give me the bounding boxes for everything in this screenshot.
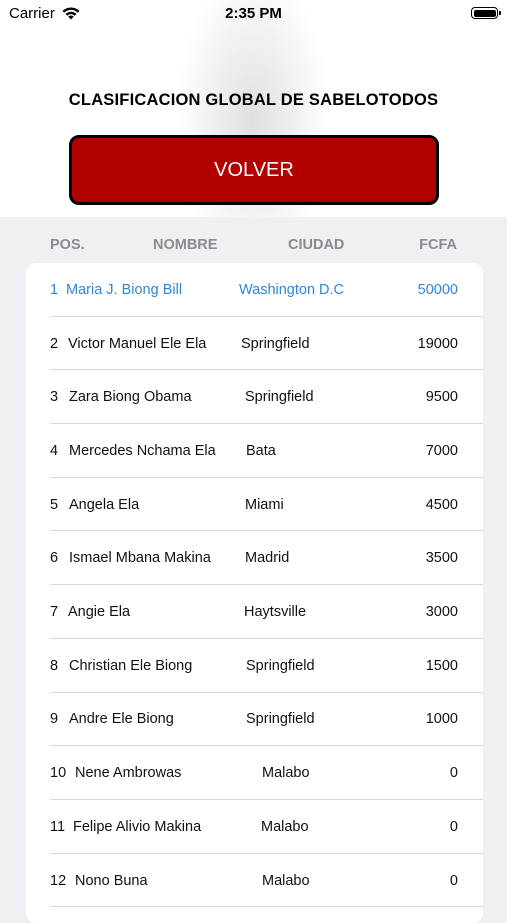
- table-row[interactable]: 4 Mercedes Nchama Ela Bata 7000: [26, 424, 483, 478]
- row-position: 9: [50, 711, 59, 728]
- row-name: Victor Manuel Ele Ela: [68, 335, 207, 352]
- column-header-fcfa: FCFA: [419, 237, 457, 253]
- row-position: 5: [50, 496, 59, 513]
- row-score: 9500: [425, 389, 458, 406]
- row-city: Madrid: [245, 550, 290, 567]
- row-city: Miami: [245, 496, 284, 513]
- row-city: Malabo: [261, 818, 309, 835]
- table-row[interactable]: 10 Nene Ambrowas Malabo 0: [26, 746, 483, 800]
- row-city: Springfield: [246, 657, 315, 674]
- table-row[interactable]: 3 Zara Biong Obama Springfield 9500: [26, 370, 483, 425]
- battery-icon: [471, 7, 501, 19]
- row-position: 4: [50, 442, 59, 459]
- row-score: 7000: [425, 442, 458, 459]
- table-row[interactable]: 12 Nono Buna Malabo 0: [26, 854, 483, 908]
- row-score: 19000: [417, 335, 458, 352]
- table-row[interactable]: 5 Angela Ela Miami 4500: [26, 478, 483, 532]
- row-position: 10: [50, 765, 67, 782]
- row-position: 7: [50, 604, 59, 621]
- row-score: 0: [449, 872, 458, 889]
- row-position: 6: [50, 550, 59, 567]
- row-name: Maria J. Biong Bill: [66, 281, 183, 298]
- row-score: 50000: [417, 281, 458, 298]
- row-name: Angela Ela: [69, 496, 140, 513]
- row-name: Nene Ambrowas: [75, 765, 182, 782]
- row-name: Felipe Alivio Makina: [73, 818, 202, 835]
- table-row[interactable]: 6 Ismael Mbana Makina Madrid 3500: [26, 532, 483, 586]
- table-header: POS. NOMBRE CIUDAD FCFA: [0, 237, 507, 257]
- table-row[interactable]: 1 Maria J. Biong Bill Washington D.C 50000: [26, 263, 483, 317]
- row-city: Springfield: [245, 389, 314, 406]
- table-row[interactable]: 7 Angie Ela Haytsville 3000: [26, 585, 483, 639]
- row-position: 11: [50, 818, 66, 835]
- table-row[interactable]: 2 Victor Manuel Ele Ela Springfield 19000: [26, 317, 483, 371]
- table-row[interactable]: 11 Felipe Alivio Makina Malabo 0: [26, 800, 483, 854]
- row-position: 8: [50, 657, 59, 674]
- row-city: Bata: [246, 442, 276, 459]
- row-name: Mercedes Nchama Ela: [69, 442, 216, 459]
- ranking-table[interactable]: 1 Maria J. Biong Bill Washington D.C 50000 2…: [26, 263, 483, 923]
- row-divider: [50, 906, 483, 908]
- row-score: 1000: [425, 711, 458, 728]
- row-city: Malabo: [262, 765, 310, 782]
- row-name: Nono Buna: [75, 872, 148, 889]
- table-row[interactable]: 8 Christian Ele Biong Springfield 1500: [26, 639, 483, 693]
- row-city: Haytsville: [244, 604, 307, 621]
- clock: 2:35 PM: [225, 5, 282, 22]
- row-position: 3: [50, 389, 59, 406]
- row-name: Angie Ela: [68, 604, 131, 621]
- row-score: 4500: [425, 496, 458, 513]
- row-score: 0: [449, 818, 458, 835]
- row-score: 0: [449, 765, 458, 782]
- row-score: 3500: [425, 550, 458, 567]
- status-bar: Carrier 2:35 PM: [0, 0, 507, 30]
- row-city: Springfield: [246, 711, 315, 728]
- row-name: Ismael Mbana Makina: [69, 550, 211, 567]
- row-name: Zara Biong Obama: [69, 389, 192, 406]
- column-header-ciudad: CIUDAD: [288, 237, 345, 253]
- table-row[interactable]: 9 Andre Ele Biong Springfield 1000: [26, 693, 483, 747]
- row-name: Andre Ele Biong: [69, 711, 174, 728]
- row-position: 1: [50, 281, 59, 298]
- row-position: 2: [50, 335, 59, 352]
- row-city: Malabo: [262, 872, 310, 889]
- page-title: CLASIFICACION GLOBAL DE SABELOTODOS: [68, 91, 439, 109]
- row-position: 12: [50, 872, 67, 889]
- row-city: Springfield: [241, 335, 310, 352]
- row-score: 3000: [425, 604, 458, 621]
- column-header-nombre: NOMBRE: [153, 237, 218, 253]
- row-city: Washington D.C: [239, 281, 345, 298]
- back-button[interactable]: VOLVER: [69, 135, 439, 205]
- column-header-pos: POS.: [50, 237, 85, 253]
- row-name: Christian Ele Biong: [69, 657, 193, 674]
- row-score: 1500: [425, 657, 458, 674]
